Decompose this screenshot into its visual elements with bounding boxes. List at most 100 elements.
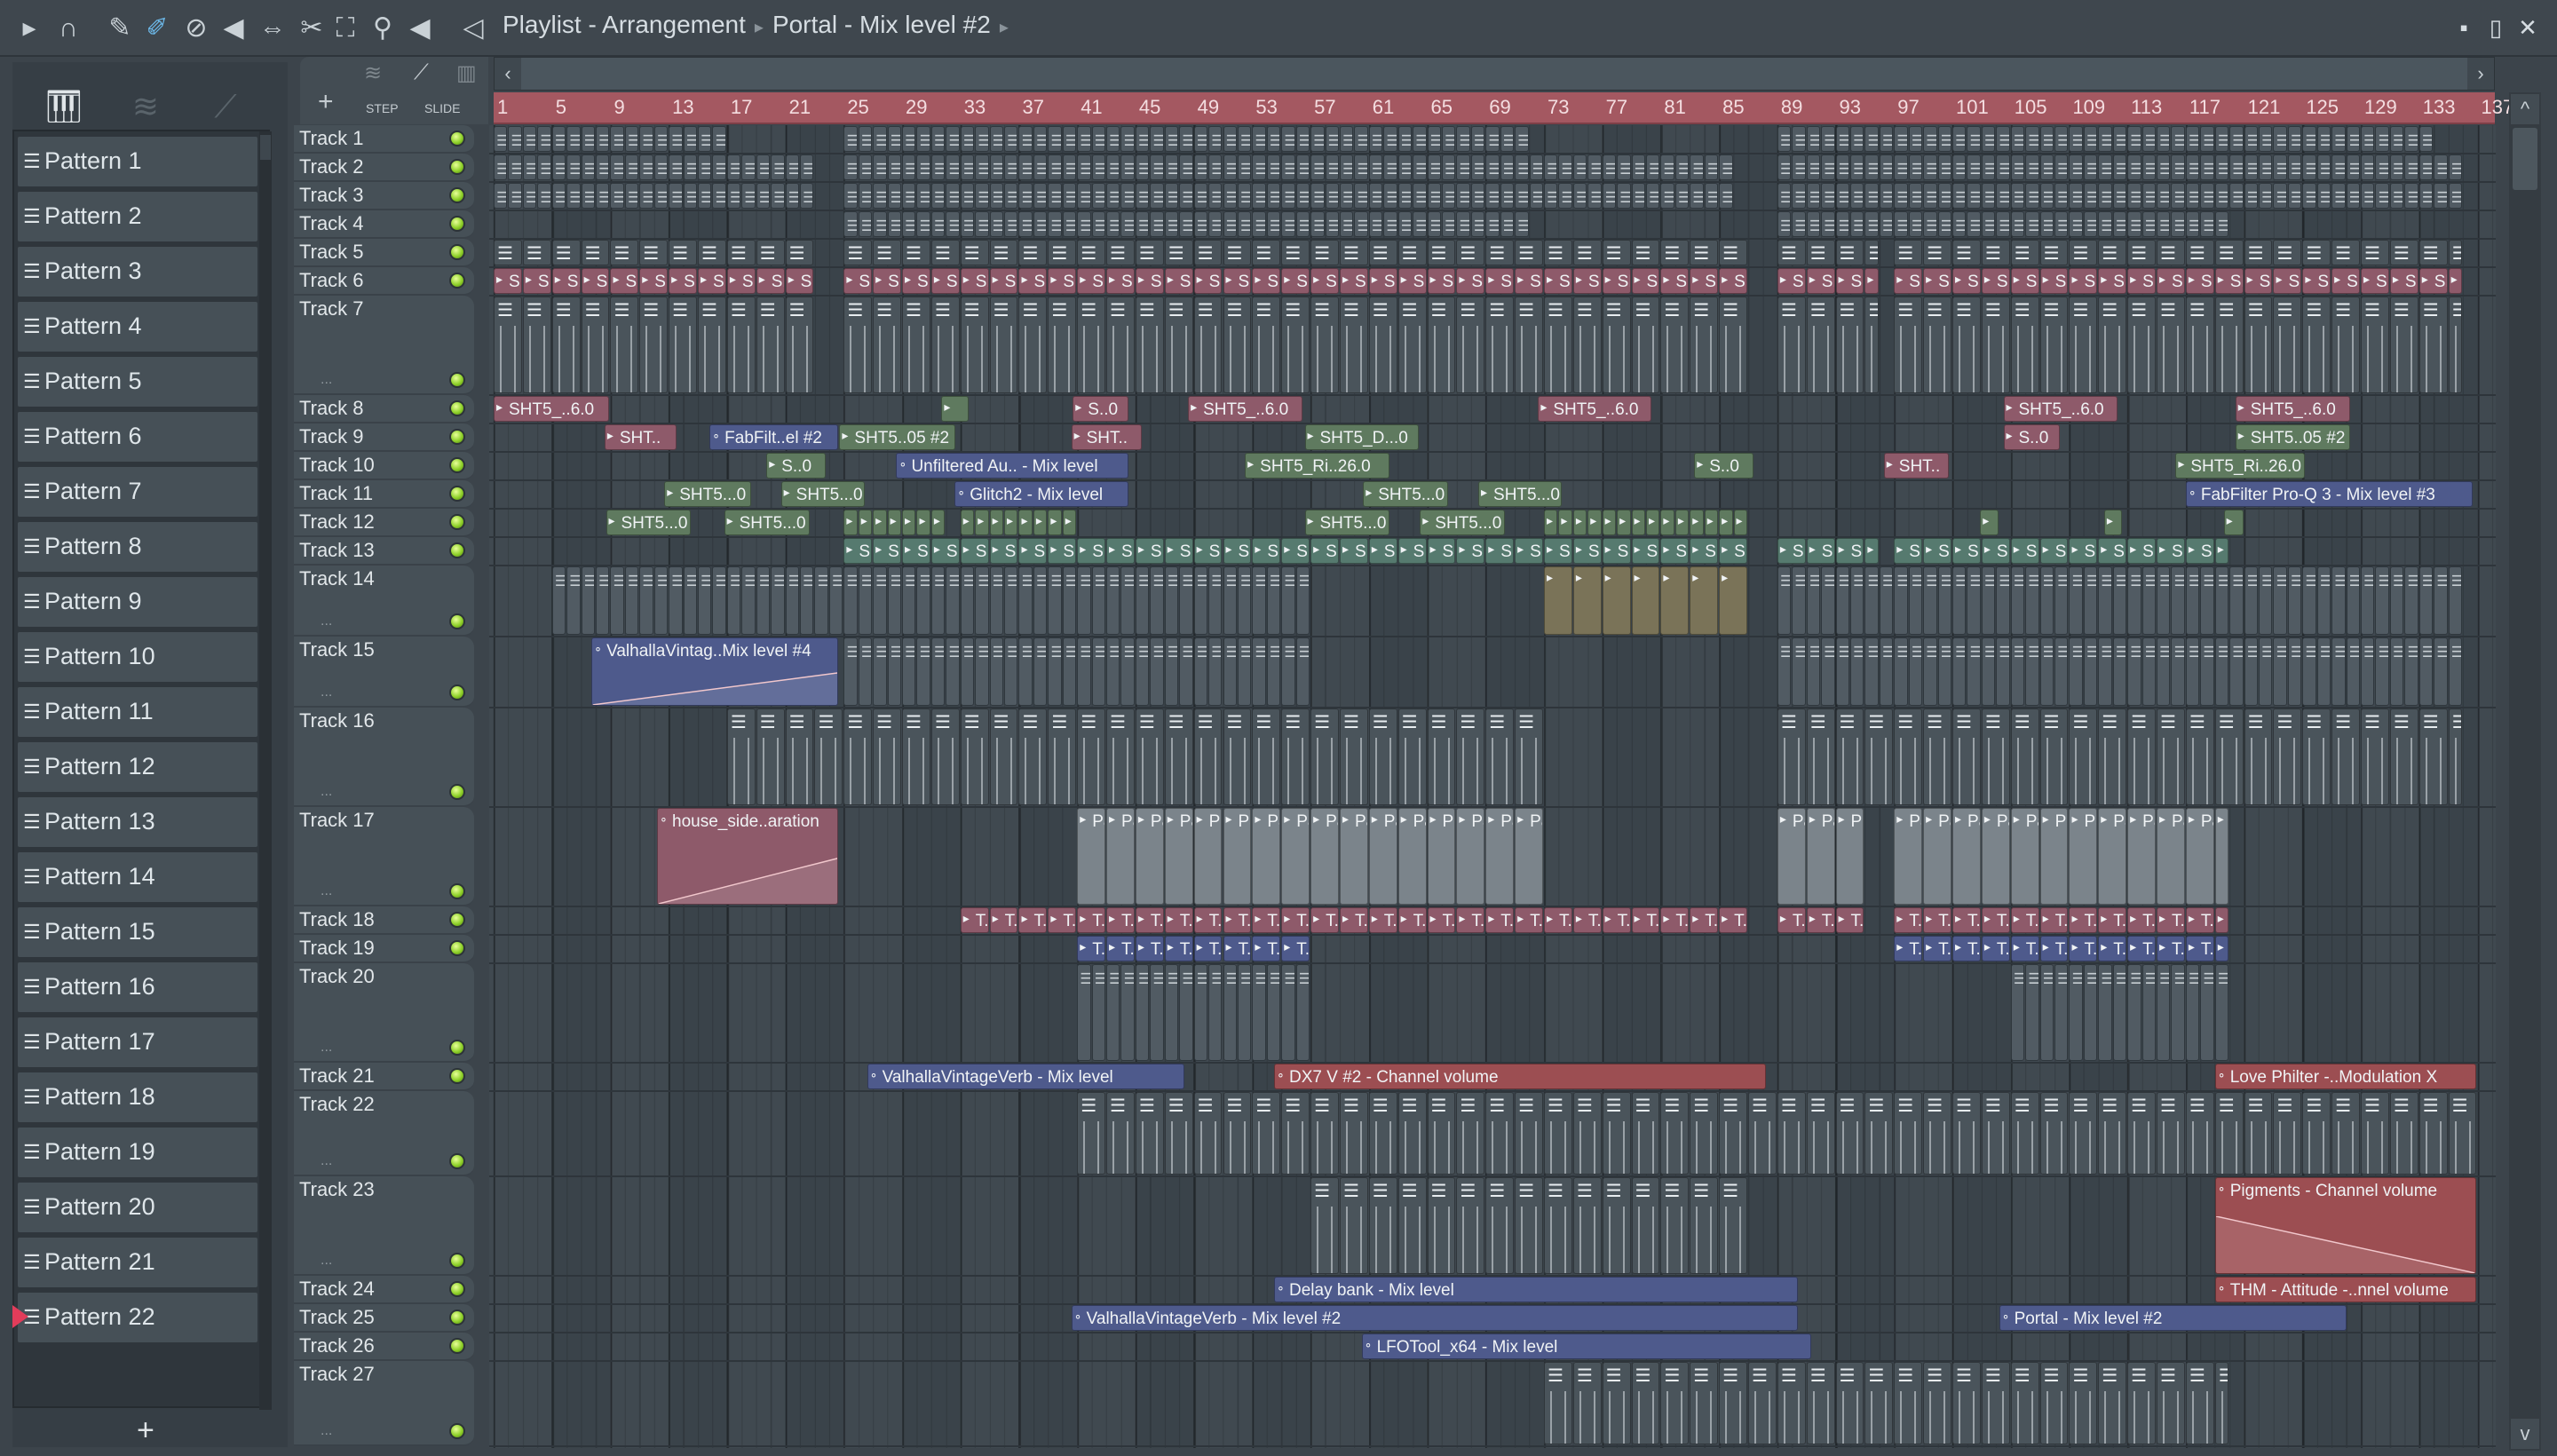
pattern-clip[interactable]: ☰ xyxy=(1821,566,1835,635)
pattern-clip[interactable]: ☰ xyxy=(1193,154,1208,180)
pattern-clip[interactable]: ☰ xyxy=(2302,240,2331,265)
pattern-clip[interactable]: ☰ xyxy=(1062,154,1077,180)
audio-clip[interactable]: ▸ xyxy=(1543,566,1572,635)
pattern-clip[interactable]: ☰ xyxy=(1894,297,1923,393)
audio-clip[interactable]: ▸ xyxy=(843,510,858,535)
pattern-clip[interactable]: ☰ xyxy=(1674,154,1690,180)
audio-clip[interactable]: ▸ xyxy=(975,510,989,535)
pattern-clip[interactable]: ☰ xyxy=(2404,566,2418,635)
audio-clip[interactable]: SH..▸ xyxy=(1106,268,1135,294)
maximize-button[interactable]: ▯ xyxy=(2482,14,2509,41)
pattern-clip[interactable]: ☰ xyxy=(508,183,522,209)
pattern-clip[interactable]: ☰ xyxy=(989,240,1018,265)
track-mute-led[interactable] xyxy=(449,486,465,502)
pattern-clip[interactable]: ☰ xyxy=(1266,183,1281,209)
pattern-clip[interactable]: ☰ xyxy=(2389,183,2404,209)
pattern-clip[interactable]: ☰ xyxy=(1792,637,1806,706)
pattern-clip[interactable]: ☰ xyxy=(1645,183,1660,209)
pattern-clip[interactable]: ☰ xyxy=(902,126,916,152)
pattern-clip[interactable]: ☰ xyxy=(2069,211,2083,237)
audio-clip[interactable]: S..3▸ xyxy=(1368,538,1397,564)
audio-clip[interactable]: T..E▸ xyxy=(1077,907,1106,933)
pattern-clip[interactable]: ☰ xyxy=(2331,154,2346,180)
pattern-clip[interactable]: ☰ xyxy=(1193,637,1208,706)
pattern-clip[interactable]: ☰ xyxy=(2098,240,2127,265)
pattern-clip[interactable]: ☰ xyxy=(975,637,989,706)
scroll-up-button[interactable]: ^ xyxy=(2511,94,2539,124)
pattern-clip[interactable]: ☰ xyxy=(2171,211,2185,237)
audio-clip[interactable]: S..3▸ xyxy=(1397,538,1427,564)
pattern-clip[interactable]: ☰ xyxy=(1543,154,1558,180)
track-mute-led[interactable] xyxy=(449,372,465,388)
pattern-clip[interactable]: ☰ xyxy=(1485,211,1500,237)
pattern-clip[interactable]: ☰ xyxy=(1456,708,1485,805)
audio-clip[interactable]: T..E▸ xyxy=(1572,907,1602,933)
audio-clip[interactable]: SH..▸ xyxy=(494,268,522,294)
pattern-clip[interactable]: ☰ xyxy=(2069,154,2083,180)
pattern-clip[interactable]: ☰ xyxy=(800,566,814,635)
pattern-clip[interactable]: ☰ xyxy=(1777,1362,1806,1444)
audio-clip[interactable]: SH..▸ xyxy=(2214,268,2244,294)
pattern-clip[interactable]: ☰ xyxy=(1106,637,1120,706)
pattern-clip[interactable]: ☰ xyxy=(960,637,975,706)
track-header[interactable]: Track 23... xyxy=(294,1176,474,1276)
pattern-clip[interactable]: ☰ xyxy=(1266,154,1281,180)
pattern-clip[interactable]: ☰ xyxy=(2287,566,2302,635)
pattern-clip[interactable]: ☰ xyxy=(2448,183,2463,209)
pattern-clip[interactable]: ☰ xyxy=(1310,1092,1339,1175)
pattern-clip[interactable]: ☰ xyxy=(1018,126,1033,152)
pattern-clip[interactable]: ☰ xyxy=(2185,297,2214,393)
track-mute-led[interactable] xyxy=(449,131,465,146)
track-mute-led[interactable] xyxy=(449,542,465,558)
pattern-clip[interactable]: ☰ xyxy=(2244,154,2259,180)
pattern-clip[interactable]: ☰ xyxy=(1821,183,1835,209)
pencil-icon[interactable]: ✎ xyxy=(105,12,135,44)
pattern-clip[interactable]: ☰ xyxy=(2389,708,2418,805)
pattern-clip[interactable]: ☰ xyxy=(1208,154,1223,180)
automation-icon[interactable]: ⟋ xyxy=(414,60,429,85)
pattern-clip[interactable]: ☰ xyxy=(1164,1092,1193,1175)
track-mute-led[interactable] xyxy=(449,1253,465,1269)
pattern-clip[interactable]: ☰ xyxy=(1135,240,1164,265)
pattern-clip[interactable]: ☰ xyxy=(2069,240,2098,265)
pattern-clip[interactable]: ☰ xyxy=(1164,637,1179,706)
pattern-clip[interactable]: ☰ xyxy=(2141,566,2156,635)
audio-clip[interactable]: ▸ xyxy=(1572,566,1602,635)
pattern-clip[interactable]: ☰ xyxy=(1179,566,1193,635)
pattern-clip[interactable]: ☰ xyxy=(2375,126,2389,152)
audio-clip[interactable]: SHT5_Ri..26.0 ▸ xyxy=(1245,453,1390,479)
pattern-clip[interactable]: ☰ xyxy=(2157,211,2171,237)
audio-clip[interactable]: T..E▸ xyxy=(1485,907,1515,933)
pattern-clip[interactable]: ☰ xyxy=(1967,211,1981,237)
pattern-clip[interactable]: ☰ xyxy=(2112,964,2127,1061)
pattern-clip[interactable]: ☰ xyxy=(2214,126,2229,152)
pattern-clip[interactable]: ☰ xyxy=(2010,126,2025,152)
pattern-clip[interactable]: ☰ xyxy=(537,183,551,209)
pattern-clip[interactable]: ☰ xyxy=(1777,211,1792,237)
audio-clip[interactable]: ▸ xyxy=(887,510,902,535)
pattern-clip[interactable]: ☰ xyxy=(522,240,551,265)
pattern-clip[interactable]: ☰ xyxy=(1572,154,1587,180)
pattern-clip[interactable]: ☰ xyxy=(1835,211,1849,237)
audio-clip[interactable]: SHT5_Ri..26.0 ▸ xyxy=(2175,453,2305,479)
pattern-clip[interactable]: ☰ xyxy=(639,183,653,209)
audio-clip[interactable]: S..3▸ xyxy=(2039,538,2069,564)
audio-clip[interactable]: S..3▸ xyxy=(1660,538,1690,564)
pattern-clip[interactable]: ☰ xyxy=(1266,637,1281,706)
pattern-clip[interactable]: ☰ xyxy=(930,566,946,635)
pattern-clip[interactable]: ☰ xyxy=(1617,183,1631,209)
pattern-clip[interactable]: ☰ xyxy=(1485,1177,1515,1274)
audio-clip[interactable]: T..E▸ xyxy=(1835,907,1864,933)
audio-clip[interactable]: Pa..▸ xyxy=(1252,808,1281,905)
pattern-clip[interactable]: ☰ xyxy=(1719,297,1747,393)
audio-clip[interactable]: T..0▸ xyxy=(1106,936,1135,961)
pattern-clip[interactable]: ☰ xyxy=(2157,566,2171,635)
pattern-clip[interactable]: ☰ xyxy=(1849,154,1864,180)
scroll-down-button[interactable]: v xyxy=(2511,1419,2539,1449)
pattern-clip[interactable]: ☰ xyxy=(2098,637,2112,706)
pattern-clip[interactable]: ☰ xyxy=(653,154,669,180)
pattern-clip[interactable]: ☰ xyxy=(639,240,669,265)
audio-clip[interactable]: SH..▸ xyxy=(902,268,930,294)
pattern-clip[interactable]: ☰ xyxy=(712,566,726,635)
pattern-clip[interactable]: ☰ xyxy=(2098,1362,2127,1444)
